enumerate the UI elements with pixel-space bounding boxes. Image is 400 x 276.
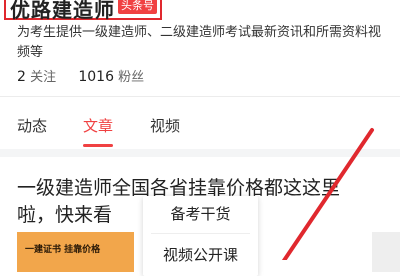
article-thumbnail[interactable]: 一建证书 挂靠价格 bbox=[17, 232, 134, 272]
tab-dynamic[interactable]: 动态 bbox=[17, 115, 47, 136]
article-thumbnail-secondary[interactable] bbox=[372, 232, 400, 272]
content-tabs: 动态 文章 视频 bbox=[0, 97, 400, 149]
profile-header: 优路建造师 头条号 为考生提供一级建造师、二级建造师考试最新资讯和所需资料视频等… bbox=[0, 0, 400, 96]
fans-label: 粉丝 bbox=[118, 70, 145, 85]
account-name: 优路建造师 bbox=[10, 0, 115, 22]
fans-count: 1016 bbox=[78, 69, 114, 85]
menu-divider bbox=[151, 233, 250, 234]
active-tab-indicator bbox=[83, 144, 113, 147]
fans-stat[interactable]: 1016 粉丝 bbox=[78, 69, 145, 85]
thumbnail-text: 一建证书 挂靠价格 bbox=[25, 245, 101, 255]
popup-menu: 备考干货 视频公开课 bbox=[143, 196, 258, 276]
menu-item-study-materials[interactable]: 备考干货 bbox=[143, 203, 258, 224]
tab-articles[interactable]: 文章 bbox=[83, 115, 113, 136]
account-bio: 为考生提供一级建造师、二级建造师考试最新资讯和所需资料视频等 bbox=[17, 25, 382, 60]
section-separator bbox=[0, 149, 400, 157]
account-stats: 2 关注 1016 粉丝 bbox=[17, 66, 144, 85]
following-count: 2 bbox=[17, 69, 26, 85]
following-label: 关注 bbox=[30, 70, 57, 85]
tab-videos[interactable]: 视频 bbox=[150, 115, 180, 136]
verified-badge: 头条号 bbox=[118, 0, 157, 14]
following-stat[interactable]: 2 关注 bbox=[17, 69, 60, 85]
menu-item-video-courses[interactable]: 视频公开课 bbox=[143, 244, 258, 265]
